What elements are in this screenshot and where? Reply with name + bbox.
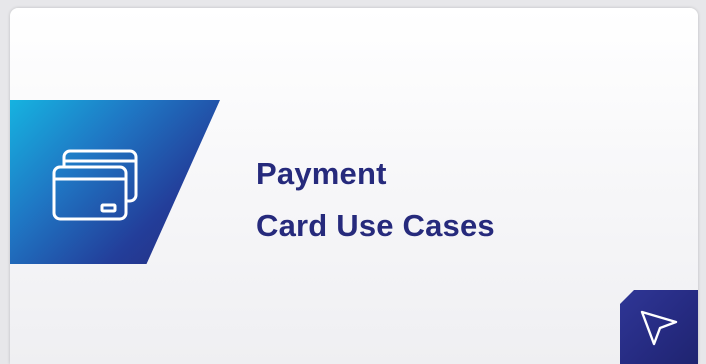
card-title: Payment Card Use Cases [256, 148, 495, 252]
card-title-line-2: Card Use Cases [256, 208, 495, 243]
card-title-line-1: Payment [256, 156, 387, 191]
use-case-card[interactable]: Payment Card Use Cases [10, 8, 698, 364]
cursor-arrow-icon [640, 310, 678, 346]
open-card-button[interactable] [620, 290, 698, 364]
credit-card-icon [52, 149, 138, 221]
